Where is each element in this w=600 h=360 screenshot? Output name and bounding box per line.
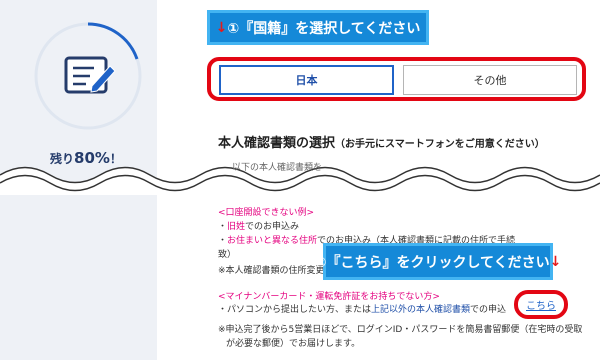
id-docs-title: 本人確認書類の選択（お手元にスマートフォンをご用意ください）: [218, 136, 545, 151]
cannot-open-item-3: 致）: [218, 250, 237, 260]
other-id-docs-link[interactable]: 上記以外の本人確認書類: [371, 305, 470, 315]
partial-line: 以下の本人確認書類を: [232, 163, 323, 173]
progress-ring: [34, 22, 142, 130]
cannot-open-heading: <口座開設できない例>: [218, 208, 315, 218]
no-card-heading: <マイナンバーカード・運転免許証をお持ちでない方>: [218, 292, 440, 302]
nationality-option-japan[interactable]: 日本: [219, 65, 394, 95]
document-pen-icon: [64, 56, 116, 94]
footnote-line-1: ※申込完了後から5営業日ほどで、ログインID・パスワードを簡易書留郵便（在宅時の…: [218, 325, 583, 335]
cannot-open-item-1: ・旧姓でのお申込み: [218, 222, 300, 232]
footnote-line-2: が必要な郵便）でお届けします。: [226, 339, 361, 349]
note-address: ※本人確認書類の住所変更: [218, 266, 325, 276]
nationality-option-other[interactable]: その他: [403, 65, 577, 95]
no-card-line: ・パソコンから提出したい方、または上記以外の本人確認書類での申込: [218, 305, 507, 315]
kochira-link[interactable]: こちら: [526, 297, 556, 312]
callout-select-nationality: ↓ ①『国籍』を選択してください: [207, 10, 429, 45]
callout-click-here: ②『こちら』をクリックしてください ↓: [315, 243, 561, 280]
